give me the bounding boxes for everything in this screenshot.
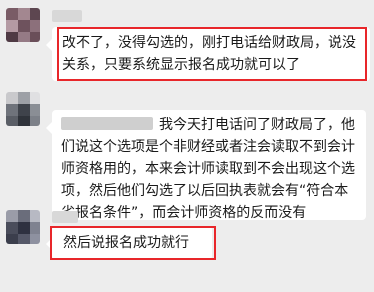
message-text: 我今天打电话问了财政局了，他 [159, 117, 355, 133]
message-text: 省报名条件”，而会计师资格的反而没有 [61, 205, 307, 221]
chat-window: 改不了，没得勾选的，刚打电话给财政局，说没 关系，只要系统显示报名成功就可以了 … [0, 0, 374, 292]
red-highlight-box [57, 27, 367, 81]
avatar[interactable] [6, 92, 40, 126]
message-text: 项，然后他们勾选了以后回执表就会有“符合本 [61, 183, 349, 199]
sender-name-blurred [52, 10, 82, 22]
sender-name-blurred [52, 211, 78, 223]
message-line: 我今天打电话问了财政局了，他 [61, 114, 357, 136]
mention-blurred [61, 117, 153, 130]
message-text: 们说这个选项是个非财经或者注会读取不到会计 [61, 139, 355, 155]
avatar[interactable] [6, 8, 40, 42]
message-text: 师资格用的，本来会计师读取到不会出现这个选 [61, 161, 355, 177]
avatar[interactable] [6, 210, 40, 244]
red-highlight-box [50, 226, 216, 260]
message-bubble[interactable]: 我今天打电话问了财政局了，他 们说这个选项是个非财经或者注会读取不到会计 师资格… [46, 110, 366, 221]
